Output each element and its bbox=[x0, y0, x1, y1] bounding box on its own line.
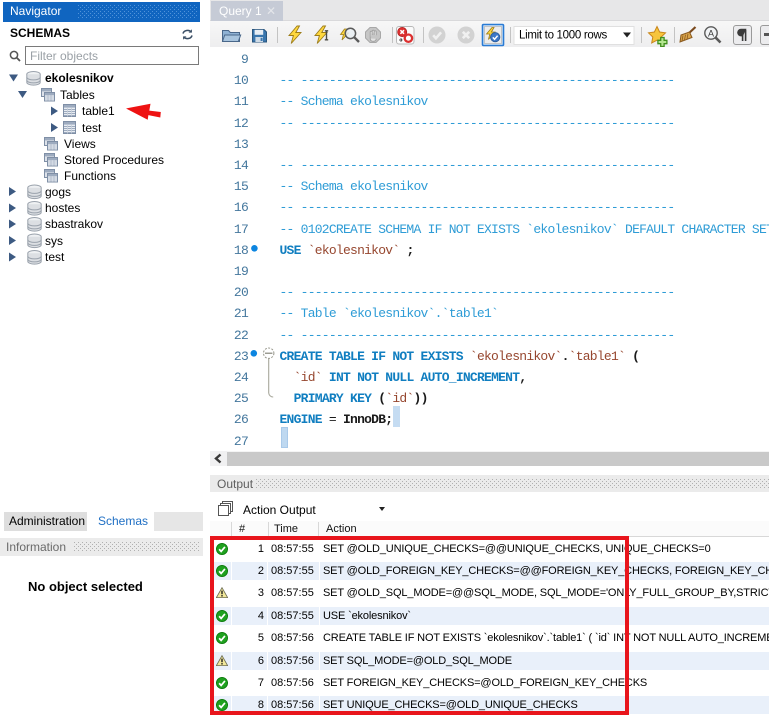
svg-text:A: A bbox=[708, 29, 714, 39]
svg-text:Limit to 1000 rows: Limit to 1000 rows bbox=[519, 30, 607, 42]
